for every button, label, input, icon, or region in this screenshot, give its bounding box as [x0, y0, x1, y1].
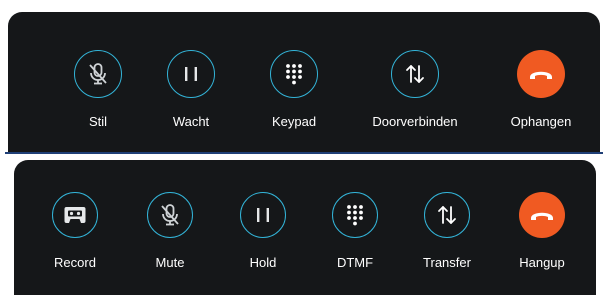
- hangup-label: Ophangen: [510, 114, 572, 129]
- transfer-label: Transfer: [423, 255, 471, 270]
- hold-button-circle[interactable]: [167, 50, 215, 98]
- hold-label: Wacht: [172, 114, 210, 129]
- mute-label: Stil: [88, 114, 108, 129]
- mute-button-circle[interactable]: [74, 50, 122, 98]
- keypad-button[interactable]: Keypad: [248, 50, 340, 129]
- hold-label: Hold: [249, 255, 277, 270]
- dtmf-label: DTMF: [336, 255, 374, 270]
- transfer-button-circle[interactable]: [424, 192, 470, 238]
- transfer-arrows-icon: [406, 65, 424, 83]
- cassette-icon: [64, 207, 86, 223]
- call-controls-bar-english: Record Mute Hold DTMF Transfer Hangup: [14, 160, 596, 295]
- pause-icon: [257, 208, 269, 222]
- mute-button[interactable]: Mute: [124, 192, 216, 270]
- hangup-button[interactable]: Hangup: [496, 192, 588, 270]
- mute-button-stil[interactable]: Stil: [52, 50, 144, 129]
- transfer-label: Doorverbinden: [372, 114, 458, 129]
- hold-button[interactable]: Hold: [217, 192, 309, 270]
- hangup-phone-icon: [530, 71, 552, 79]
- transfer-button-circle[interactable]: [391, 50, 439, 98]
- record-button[interactable]: Record: [29, 192, 121, 270]
- transfer-button[interactable]: Transfer: [401, 192, 493, 270]
- keypad-label: Keypad: [271, 114, 317, 129]
- hold-button-circle[interactable]: [240, 192, 286, 238]
- hangup-button-circle[interactable]: [519, 192, 565, 238]
- keypad-icon: [286, 64, 302, 85]
- keypad-icon: [347, 205, 363, 226]
- mute-button-circle[interactable]: [147, 192, 193, 238]
- call-controls-bar-dutch: Stil Wacht Keypad Doorverbinden Ophangen: [8, 12, 600, 153]
- mute-label: Mute: [155, 255, 185, 270]
- mic-off-icon: [161, 204, 179, 226]
- mic-off-icon: [89, 63, 107, 85]
- hangup-button-circle[interactable]: [517, 50, 565, 98]
- hangup-phone-icon: [531, 212, 553, 220]
- dtmf-button-circle[interactable]: [332, 192, 378, 238]
- section-divider: [5, 152, 603, 154]
- hangup-label: Hangup: [519, 255, 565, 270]
- transfer-button-doorverbinden[interactable]: Doorverbinden: [369, 50, 461, 129]
- record-label: Record: [54, 255, 96, 270]
- dtmf-button[interactable]: DTMF: [309, 192, 401, 270]
- hold-button-wacht[interactable]: Wacht: [145, 50, 237, 129]
- record-button-circle[interactable]: [52, 192, 98, 238]
- pause-icon: [185, 67, 197, 81]
- transfer-arrows-icon: [438, 206, 456, 224]
- hangup-button-ophangen[interactable]: Ophangen: [495, 50, 587, 129]
- keypad-button-circle[interactable]: [270, 50, 318, 98]
